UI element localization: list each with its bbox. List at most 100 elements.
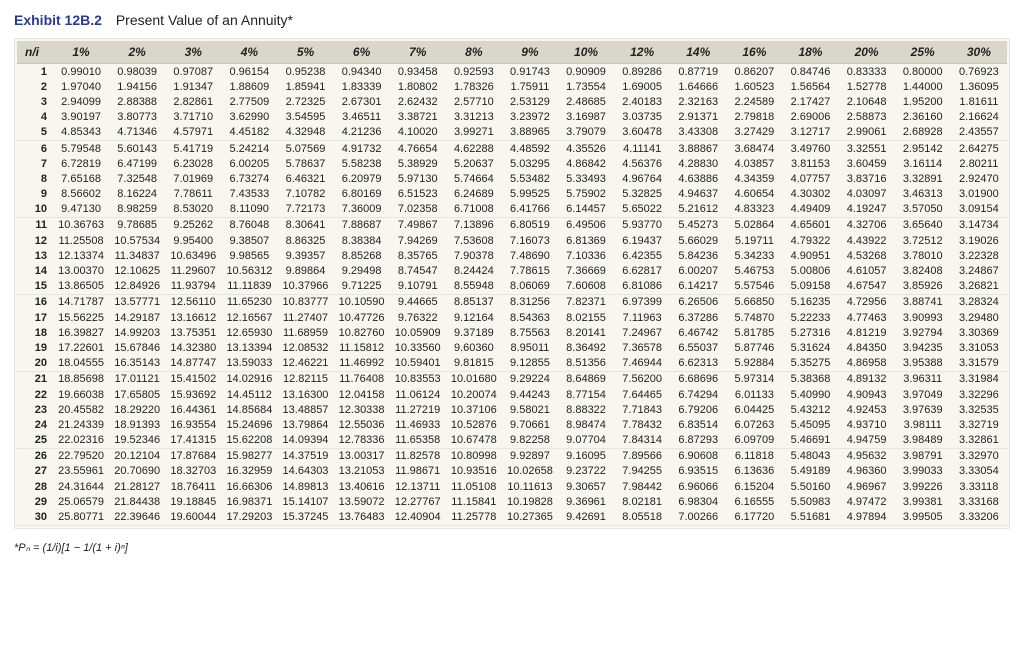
cell-value: 8.06069 bbox=[502, 279, 558, 295]
cell-value: 5.00806 bbox=[782, 263, 838, 278]
cell-value: 14.09394 bbox=[277, 433, 333, 449]
cell-value: 6.97399 bbox=[614, 294, 670, 310]
cell-value: 4.91732 bbox=[334, 140, 390, 156]
cell-value: 6.01133 bbox=[726, 387, 782, 402]
cell-value: 3.33054 bbox=[951, 464, 1007, 479]
cell-value: 13.13394 bbox=[221, 340, 277, 355]
col-header: 9% bbox=[502, 41, 558, 64]
cell-value: 3.98111 bbox=[895, 417, 951, 432]
cell-value: 7.94269 bbox=[390, 233, 446, 248]
cell-value: 3.16987 bbox=[558, 110, 614, 125]
cell-value: 14.89813 bbox=[277, 479, 333, 494]
cell-value: 3.46511 bbox=[334, 110, 390, 125]
cell-value: 10.20074 bbox=[446, 387, 502, 402]
cell-value: 12.65930 bbox=[221, 325, 277, 340]
cell-value: 3.32296 bbox=[951, 387, 1007, 402]
cell-value: 10.59401 bbox=[390, 356, 446, 372]
cell-value: 6.00207 bbox=[670, 263, 726, 278]
cell-value: 3.97639 bbox=[895, 402, 951, 417]
cell-value: 7.24967 bbox=[614, 325, 670, 340]
table-row: 3025.8077122.3964619.6004417.2920315.372… bbox=[17, 509, 1007, 525]
cell-value: 8.95011 bbox=[502, 340, 558, 355]
cell-value: 4.79322 bbox=[782, 233, 838, 248]
cell-value: 10.36763 bbox=[53, 217, 109, 233]
cell-value: 7.49867 bbox=[390, 217, 446, 233]
cell-value: 7.46944 bbox=[614, 356, 670, 372]
cell-value: 12.13711 bbox=[390, 479, 446, 494]
row-index: 25 bbox=[17, 433, 53, 449]
cell-value: 4.89132 bbox=[839, 371, 895, 387]
cell-value: 5.16235 bbox=[782, 294, 838, 310]
cell-value: 5.45273 bbox=[670, 217, 726, 233]
cell-value: 4.93710 bbox=[839, 417, 895, 432]
cell-value: 6.81369 bbox=[558, 233, 614, 248]
cell-value: 2.80211 bbox=[951, 156, 1007, 171]
cell-value: 10.47726 bbox=[334, 310, 390, 325]
cell-value: 2.67301 bbox=[334, 94, 390, 109]
cell-value: 11.29607 bbox=[165, 263, 221, 278]
cell-value: 9.42691 bbox=[558, 509, 614, 525]
col-header: 7% bbox=[390, 41, 446, 64]
cell-value: 8.38384 bbox=[334, 233, 390, 248]
table-row: 109.471308.982598.530208.110907.721737.3… bbox=[17, 202, 1007, 218]
cell-value: 6.72819 bbox=[53, 156, 109, 171]
cell-value: 6.62817 bbox=[614, 263, 670, 278]
cell-value: 3.30369 bbox=[951, 325, 1007, 340]
cell-value: 8.74547 bbox=[390, 263, 446, 278]
cell-value: 7.36669 bbox=[558, 263, 614, 278]
cell-value: 0.76923 bbox=[951, 64, 1007, 80]
cell-value: 4.77463 bbox=[839, 310, 895, 325]
cell-value: 1.81611 bbox=[951, 94, 1007, 109]
cell-value: 3.98791 bbox=[895, 448, 951, 464]
cell-value: 11.11839 bbox=[221, 279, 277, 295]
cell-value: 5.31624 bbox=[782, 340, 838, 355]
cell-value: 4.11141 bbox=[614, 140, 670, 156]
cell-value: 13.00317 bbox=[334, 448, 390, 464]
row-index: 19 bbox=[17, 340, 53, 355]
table-row: 1312.1337411.3483710.634969.985659.39357… bbox=[17, 248, 1007, 263]
cell-value: 3.26821 bbox=[951, 279, 1007, 295]
cell-value: 2.91371 bbox=[670, 110, 726, 125]
cell-value: 5.27316 bbox=[782, 325, 838, 340]
cell-value: 5.60143 bbox=[109, 140, 165, 156]
cell-value: 17.87684 bbox=[165, 448, 221, 464]
cell-value: 6.17720 bbox=[726, 509, 782, 525]
cell-value: 11.65230 bbox=[221, 294, 277, 310]
cell-value: 6.47199 bbox=[109, 156, 165, 171]
cell-value: 9.38507 bbox=[221, 233, 277, 248]
cell-value: 10.83777 bbox=[277, 294, 333, 310]
cell-value: 25.06579 bbox=[53, 494, 109, 509]
cell-value: 7.64465 bbox=[614, 387, 670, 402]
cell-value: 4.85343 bbox=[53, 125, 109, 141]
cell-value: 6.71008 bbox=[446, 202, 502, 218]
cell-value: 3.32551 bbox=[839, 140, 895, 156]
cell-value: 6.19437 bbox=[614, 233, 670, 248]
table-row: 1110.367639.786859.252628.760488.306417.… bbox=[17, 217, 1007, 233]
cell-value: 0.87719 bbox=[670, 64, 726, 80]
cell-value: 3.23972 bbox=[502, 110, 558, 125]
cell-value: 19.60044 bbox=[165, 509, 221, 525]
col-header: 16% bbox=[726, 41, 782, 64]
cell-value: 11.46992 bbox=[334, 356, 390, 372]
cell-value: 10.83553 bbox=[390, 371, 446, 387]
cell-value: 5.87746 bbox=[726, 340, 782, 355]
cell-value: 11.15841 bbox=[446, 494, 502, 509]
cell-value: 9.47130 bbox=[53, 202, 109, 218]
exhibit-title: Present Value of an Annuity* bbox=[116, 12, 293, 28]
cell-value: 3.85926 bbox=[895, 279, 951, 295]
cell-value: 10.93516 bbox=[446, 464, 502, 479]
cell-value: 25.80771 bbox=[53, 509, 109, 525]
cell-value: 6.09709 bbox=[726, 433, 782, 449]
row-index: 7 bbox=[17, 156, 53, 171]
cell-value: 5.66850 bbox=[726, 294, 782, 310]
cell-value: 3.27429 bbox=[726, 125, 782, 141]
cell-value: 2.77509 bbox=[221, 94, 277, 109]
cell-value: 17.41315 bbox=[165, 433, 221, 449]
row-index: 23 bbox=[17, 402, 53, 417]
row-index: 29 bbox=[17, 494, 53, 509]
cell-value: 3.99505 bbox=[895, 509, 951, 525]
cell-value: 5.58238 bbox=[334, 156, 390, 171]
cell-value: 3.88741 bbox=[895, 294, 951, 310]
cell-value: 12.55036 bbox=[334, 417, 390, 432]
cell-value: 8.02155 bbox=[558, 310, 614, 325]
